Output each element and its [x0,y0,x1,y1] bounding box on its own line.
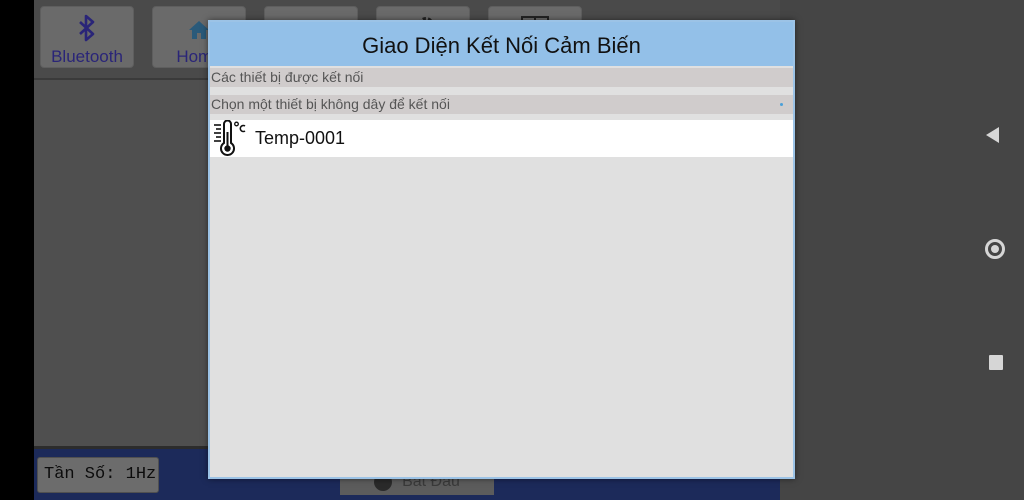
dialog-title: Giao Diện Kết Nối Cảm Biến [210,22,793,66]
bluetooth-button[interactable]: Bluetooth [40,6,134,68]
available-devices-header: Chọn một thiết bị không dây để kết nối [210,95,793,114]
scanning-indicator [780,103,783,106]
home-circle-icon[interactable] [985,239,1005,259]
recents-icon[interactable] [989,355,1003,370]
sensor-connect-dialog: Giao Diện Kết Nối Cảm Biến Các thiết bị … [208,20,795,479]
bluetooth-button-label: Bluetooth [51,47,123,66]
back-icon[interactable] [986,127,999,143]
system-nav-bar [780,0,1024,500]
thermometer-celsius-icon [212,119,248,158]
frequency-display[interactable]: Tần Số: 1Hz [37,457,159,493]
device-name: Temp-0001 [255,128,346,148]
paired-devices-header: Các thiết bị được kết nối [210,68,793,87]
bluetooth-icon [41,13,133,43]
left-edge [0,0,34,500]
available-devices-header-label: Chọn một thiết bị không dây để kết nối [211,96,450,112]
device-list-item[interactable]: Temp-0001 [210,119,793,158]
